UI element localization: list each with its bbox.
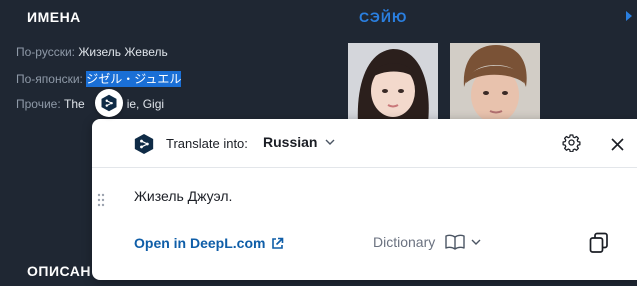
description-section-title: ОПИСАН (27, 263, 91, 279)
seiyu-photo-2[interactable] (450, 43, 540, 123)
name-value-other-end: ie, Gigi (126, 97, 165, 111)
name-value-russian: Жизель Жевель (78, 45, 168, 59)
name-label-other: Прочие: (16, 97, 61, 111)
seiyu-photo-1-image (348, 43, 438, 123)
chevron-down-icon (325, 139, 335, 145)
dictionary-label: Dictionary (373, 234, 436, 250)
seiyu-photo-2-image (450, 43, 540, 123)
external-link-icon (272, 237, 284, 249)
page: ИМЕНА По-русски: Жизель Жевель По-японск… (0, 0, 637, 286)
target-language-select[interactable]: Russian (263, 134, 335, 150)
deepl-translate-bubble[interactable] (95, 89, 123, 117)
copy-button[interactable] (588, 232, 610, 258)
names-section-title: ИМЕНА (27, 9, 81, 25)
name-value-other-start: The (64, 97, 85, 111)
name-value-japanese-selected[interactable]: ジゼル・ジュエル (86, 71, 182, 87)
seiyu-photo-1[interactable] (348, 43, 438, 123)
name-row-russian: По-русски: Жизель Жевель (16, 45, 168, 59)
book-icon (445, 234, 465, 250)
deepl-logo (134, 133, 154, 159)
settings-button[interactable] (562, 133, 581, 156)
popup-header: Translate into: Russian (92, 119, 637, 168)
target-language-label: Russian (263, 134, 318, 150)
close-icon (611, 138, 624, 151)
name-row-other: Прочие: The ie, Gigi (16, 97, 164, 111)
translate-into-label: Translate into: (166, 136, 248, 151)
chevron-right-icon[interactable] (626, 11, 632, 21)
translation-popup: Translate into: Russian Жизель Джуэл. Op… (92, 119, 637, 280)
deepl-logo-icon (134, 134, 154, 154)
drag-handle-icon (97, 193, 105, 207)
name-label-russian: По-русски: (16, 45, 75, 59)
drag-handle[interactable] (97, 192, 105, 211)
seiyu-section-title: СЭЙЮ (359, 9, 408, 25)
chevron-down-icon (471, 239, 481, 245)
open-in-deepl-link[interactable]: Open in DeepL.com (134, 235, 284, 251)
open-in-deepl-label: Open in DeepL.com (134, 235, 266, 251)
translation-result: Жизель Джуэл. (134, 188, 233, 204)
close-button[interactable] (611, 136, 624, 155)
name-row-japanese: По-японски: ジゼル・ジュエル (16, 70, 182, 87)
dictionary-button[interactable]: Dictionary (373, 234, 481, 250)
gear-icon (562, 134, 581, 153)
copy-icon (589, 232, 608, 253)
name-label-japanese: По-японски: (16, 72, 83, 86)
deepl-logo-icon (101, 94, 117, 112)
